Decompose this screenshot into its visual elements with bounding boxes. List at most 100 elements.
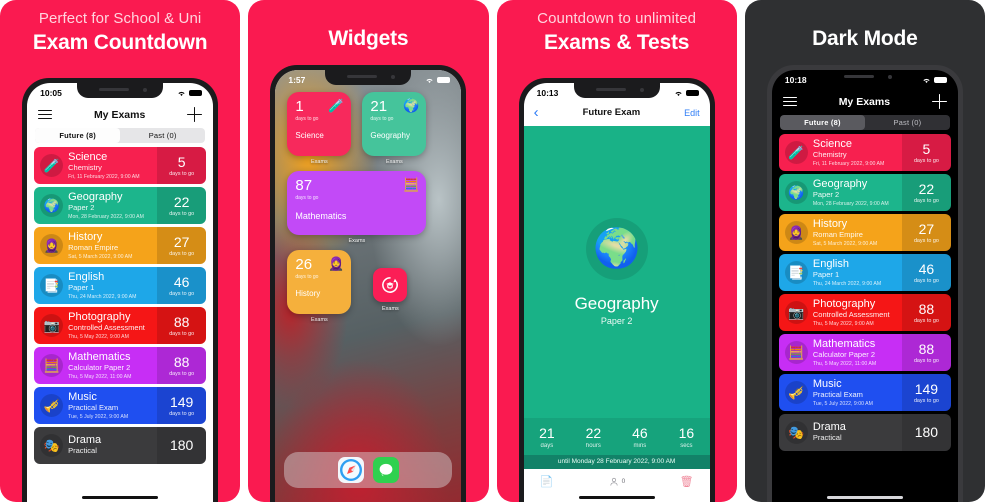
status-time: 10:13 — [536, 88, 559, 98]
exam-date: Sat, 5 March 2022, 9:00 AM — [812, 240, 878, 247]
caption-title: Dark Mode — [812, 27, 918, 50]
people-button[interactable]: 0 — [608, 476, 625, 488]
exam-row[interactable]: 📑 English Paper 1 Thu, 24 March 2022, 9:00 … — [778, 254, 951, 291]
app-store-screenshot-gallery: Perfect for School & Uni Exam Countdown … — [0, 0, 985, 502]
exam-widget[interactable]: 21 days to go Geography 🌍 — [362, 92, 427, 156]
widget-subject-name: Mathematics — [295, 211, 347, 221]
widget-row-top: 1 days to go Science 🧪 Exams 21 days to go Geog… — [287, 92, 449, 165]
exam-row[interactable]: 📷 Photography Controlled Assessment Thu, 5 … — [34, 307, 207, 344]
exam-row-text: Drama Practical — [68, 434, 101, 456]
home-indicator — [826, 496, 903, 499]
exam-row[interactable]: 🎺 Music Practical Exam Tue, 5 July 2022, 9:… — [34, 387, 207, 424]
messages-icon[interactable] — [372, 457, 399, 483]
detail-toolbar: 📄 0 🗑 — [523, 469, 710, 490]
exam-row[interactable]: 🧕 History Roman Empire Sat, 5 March 2022, 9… — [34, 227, 207, 264]
battery-icon — [189, 89, 203, 97]
segmented-control-4[interactable]: Future (8) Past (0) — [779, 115, 950, 130]
countdown-cell: 46 mins — [617, 425, 664, 449]
back-icon[interactable]: ‹ — [534, 105, 539, 120]
exam-row-text: History Roman Empire Sat, 5 March 2022, 9:… — [68, 231, 132, 259]
exam-row-text: History Roman Empire Sat, 5 March 2022, 9:… — [813, 218, 877, 246]
widget-subject-icon: 🧕 — [328, 256, 345, 271]
phone-screen-4: 10:18 My Exams Future (8) Past (0) 🧪 Scie… — [771, 70, 958, 502]
safari-icon[interactable] — [337, 457, 364, 483]
exam-row[interactable]: 🎭 Drama Practical 180 — [778, 414, 951, 451]
days-badge: 22 days to go — [901, 174, 951, 211]
widget-days-label: days to go — [370, 116, 394, 122]
exam-widget[interactable]: 1 days to go Science 🧪 — [287, 92, 352, 156]
days-label: days to go — [913, 237, 939, 244]
subject-icon: 📑 — [40, 274, 64, 297]
segmented-control-1[interactable]: Future (8) Past (0) — [35, 128, 206, 143]
exam-row[interactable]: 🧪 Science Chemistry Fri, 11 February 2022, … — [34, 147, 207, 184]
days-label: days to go — [169, 330, 195, 337]
caption-title: Widgets — [328, 27, 409, 50]
notes-icon[interactable]: 📄 — [540, 475, 554, 488]
panel-3-caption: Countdown to unlimited Exams & Tests — [497, 0, 737, 56]
widget-days-label: days to go — [295, 195, 319, 201]
add-exam-icon[interactable] — [187, 107, 203, 122]
days-badge: 5 days to go — [157, 147, 207, 184]
tab-future[interactable]: Future (8) — [35, 128, 121, 143]
exam-row[interactable]: 🌍 Geography Paper 2 Mon, 28 February 2022, … — [34, 187, 207, 224]
exam-row-main: 📷 Photography Controlled Assessment Thu, 5 … — [779, 294, 902, 331]
exam-row[interactable]: 🌍 Geography Paper 2 Mon, 28 February 2022, … — [778, 174, 951, 211]
days-label: days to go — [169, 250, 195, 257]
menu-icon[interactable] — [38, 109, 53, 120]
exam-subtitle: Practical — [68, 446, 97, 456]
exam-row[interactable]: 🧕 History Roman Empire Sat, 5 March 2022, 9… — [778, 214, 951, 251]
exam-row-text: Photography Controlled Assessment Thu, 5 M… — [68, 311, 145, 339]
phone-mockup-2: 1:57 1 days to go Science 🧪 Exams 21 days to g… — [270, 65, 467, 502]
exam-row[interactable]: 🎭 Drama Practical 180 — [34, 427, 207, 464]
exam-row[interactable]: 🧪 Science Chemistry Fri, 11 February 2022, … — [778, 134, 951, 171]
exam-row[interactable]: 🧮 Mathematics Calculator Paper 2 Thu, 5 May… — [34, 347, 207, 384]
days-badge: 27 days to go — [901, 214, 951, 251]
countdown-value: 22 — [585, 424, 602, 441]
exam-date: Tue, 5 July 2022, 9:00 AM — [68, 413, 129, 420]
phone-mockup-4: 10:18 My Exams Future (8) Past (0) 🧪 Scie… — [766, 65, 963, 502]
exam-widget[interactable]: 87 days to go Mathematics 🧮 — [287, 171, 427, 235]
exam-row-text: Geography Paper 2 Mon, 28 February 2022, 9… — [68, 191, 144, 219]
exam-subtitle: Chemistry — [812, 150, 847, 160]
exam-row[interactable]: 📑 English Paper 1 Thu, 24 March 2022, 9:00 … — [34, 267, 207, 304]
days-badge: 180 — [901, 414, 951, 451]
battery-icon — [437, 76, 451, 84]
exam-date: Fri, 11 February 2022, 9:00 AM — [812, 160, 885, 167]
edit-button[interactable]: Edit — [684, 108, 700, 118]
widget-days-label: days to go — [295, 116, 319, 122]
widget-row-middle: 87 days to go Mathematics 🧮 Exams — [287, 171, 449, 244]
dock — [284, 452, 453, 488]
days-count: 88 — [173, 353, 190, 370]
exam-subtitle: Practical Exam — [68, 403, 119, 413]
panel-4-caption: Dark Mode — [745, 0, 985, 52]
battery-icon — [685, 89, 699, 97]
days-count: 27 — [173, 233, 190, 250]
exam-row-main: 🧕 History Roman Empire Sat, 5 March 2022, 9… — [34, 227, 157, 264]
panel-widgets: Widgets 1:57 1 days to go Science 🧪 Exams 21 d… — [248, 0, 489, 502]
trash-icon[interactable]: 🗑 — [680, 475, 694, 488]
days-count: 46 — [173, 273, 190, 290]
exam-row[interactable]: 📷 Photography Controlled Assessment Thu, 5 … — [778, 294, 951, 331]
days-badge: 149 days to go — [157, 387, 207, 424]
add-exam-icon[interactable] — [931, 94, 947, 109]
page-title: Future Exam — [582, 107, 641, 118]
exam-row[interactable]: 🎺 Music Practical Exam Tue, 5 July 2022, 9:… — [778, 374, 951, 411]
nav-bar-4: My Exams — [772, 88, 958, 115]
wifi-icon — [923, 78, 930, 83]
exam-row-text: Drama Practical — [813, 421, 846, 443]
exams-app-icon[interactable] — [373, 268, 408, 302]
subject-icon: 🌍 — [40, 194, 64, 217]
widget-subject-icon: 🧮 — [403, 177, 420, 192]
exam-subtitle: Controlled Assessment — [812, 310, 890, 320]
tab-past[interactable]: Past (0) — [120, 128, 205, 143]
notch — [325, 70, 412, 85]
exam-row[interactable]: 🧮 Mathematics Calculator Paper 2 Thu, 5 May… — [778, 334, 951, 371]
page-title: My Exams — [838, 95, 891, 108]
tab-past[interactable]: Past (0) — [865, 115, 950, 130]
tab-future[interactable]: Future (8) — [779, 115, 865, 130]
caption-subtitle: Countdown to unlimited — [537, 10, 697, 27]
exam-row-main: 🧪 Science Chemistry Fri, 11 February 2022, … — [779, 134, 902, 171]
widget-row-bottom: 26 days to go History 🧕 Exams Exams — [287, 250, 449, 323]
menu-icon[interactable] — [782, 96, 797, 107]
exam-widget[interactable]: 26 days to go History 🧕 — [287, 250, 352, 314]
